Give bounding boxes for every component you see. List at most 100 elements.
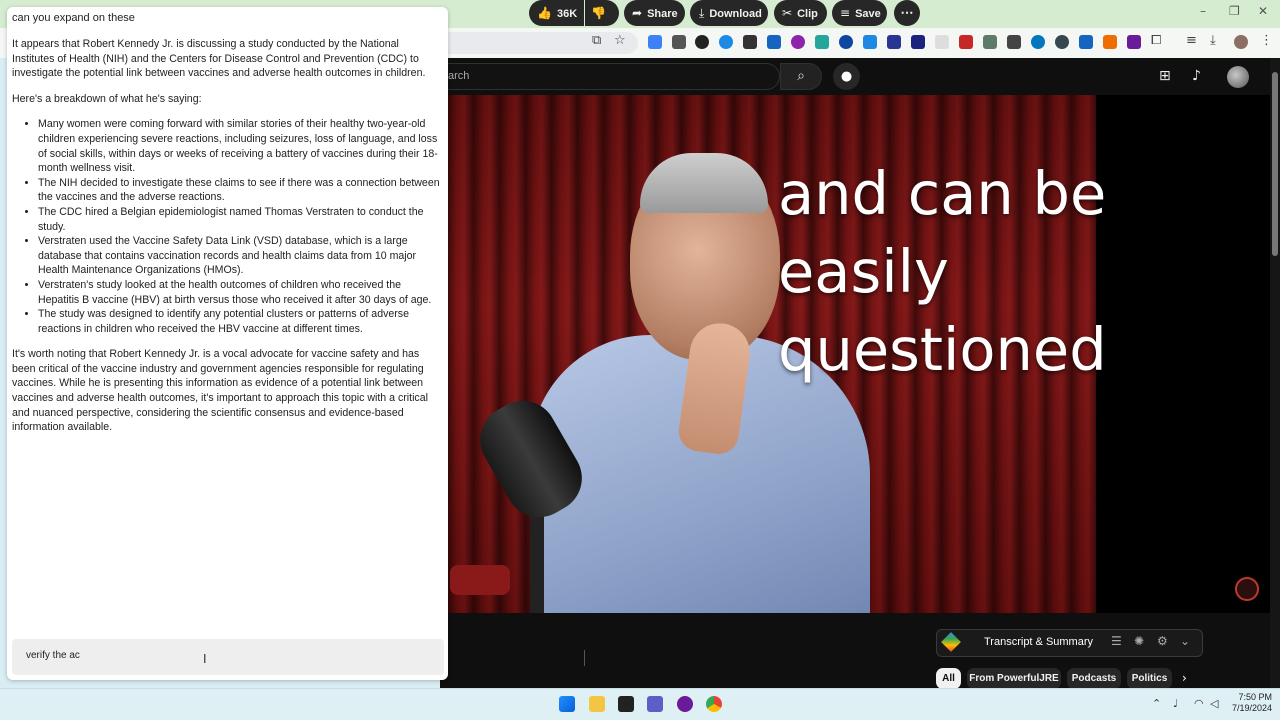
like-count: 36K: [556, 8, 578, 20]
open-in-new-icon[interactable]: ⧉: [592, 33, 601, 48]
chat-input-value: verify the ac: [26, 650, 80, 661]
list-item: Many women were coming forward with simi…: [38, 117, 442, 175]
teams-icon[interactable]: [647, 696, 663, 712]
like-button[interactable]: 👍 36K: [529, 0, 584, 26]
chip-from-powerfuljre[interactable]: From PowerfulJRE: [967, 668, 1061, 689]
extension-icon[interactable]: [1031, 35, 1045, 49]
extension-icon[interactable]: [1055, 35, 1069, 49]
more-actions-button[interactable]: ⋯: [894, 0, 920, 26]
clip-label: Clip: [797, 8, 818, 20]
assistant-answer: It appears that Robert Kennedy Jr. is di…: [12, 37, 442, 446]
clip-button[interactable]: ✂ Clip: [774, 0, 827, 26]
windows-taskbar: [0, 688, 1280, 720]
extension-icon[interactable]: [695, 35, 709, 49]
search-input[interactable]: [440, 63, 780, 90]
extension-icon[interactable]: [815, 35, 829, 49]
list-item: Verstraten used the Vaccine Safety Data …: [38, 234, 442, 278]
file-explorer-icon[interactable]: [589, 696, 605, 712]
extension-icon[interactable]: [911, 35, 925, 49]
extension-icon[interactable]: [839, 35, 853, 49]
share-button[interactable]: ➦ Share: [624, 0, 685, 26]
chat-message-input[interactable]: verify the ac: [12, 639, 444, 675]
download-icon[interactable]: ⤓: [1210, 33, 1216, 48]
settings-gear-icon[interactable]: ⚙: [1157, 634, 1168, 648]
extension-icon[interactable]: [935, 35, 949, 49]
answer-intro: It appears that Robert Kennedy Jr. is di…: [12, 38, 426, 80]
clock-time: 7:50 PM: [1238, 692, 1272, 702]
answer-bullet-list: Many women were coming forward with simi…: [12, 117, 442, 336]
extension-icon[interactable]: [887, 35, 901, 49]
extension-icon[interactable]: [719, 35, 733, 49]
extension-icon[interactable]: [791, 35, 805, 49]
extension-icon[interactable]: [863, 35, 877, 49]
system-clock[interactable]: 7:50 PM 7/19/2024: [1228, 692, 1272, 714]
chip-podcasts[interactable]: Podcasts: [1067, 668, 1121, 689]
close-window-button[interactable]: ✕: [1258, 4, 1268, 18]
text-cursor-icon: I: [203, 652, 207, 666]
windows-start-icon[interactable]: [559, 696, 575, 712]
voice-search-button[interactable]: ●: [833, 63, 860, 90]
microphone-icon[interactable]: ♩: [1173, 697, 1178, 710]
extensions-puzzle-icon[interactable]: ⧠: [1151, 33, 1161, 48]
tray-overflow-icon[interactable]: ⌃: [1152, 697, 1161, 710]
download-button[interactable]: ⤓ Download: [690, 0, 768, 26]
minimize-button[interactable]: –: [1200, 4, 1206, 18]
extension-icon[interactable]: [1103, 35, 1117, 49]
bookmark-star-icon[interactable]: ☆: [614, 33, 626, 48]
profile-avatar[interactable]: [1234, 35, 1248, 49]
dislike-button[interactable]: 👎: [585, 0, 619, 26]
share-icon: ➦: [632, 6, 643, 20]
volume-icon[interactable]: ◁: [1210, 697, 1218, 710]
browser-menu-icon[interactable]: ⋮: [1260, 33, 1273, 48]
transcript-icon[interactable]: ☰: [1111, 634, 1122, 648]
chevron-down-icon[interactable]: ⌄: [1180, 634, 1190, 648]
search-button[interactable]: ⌕: [780, 63, 822, 90]
app-icon[interactable]: [677, 696, 693, 712]
video-player[interactable]: and can be easily questioned: [440, 95, 1270, 613]
scrollbar-thumb[interactable]: [1272, 72, 1278, 256]
chat-panel: can you expand on these It appears that …: [7, 7, 448, 680]
chevron-right-icon[interactable]: ›: [1182, 671, 1187, 685]
extension-icon[interactable]: [983, 35, 997, 49]
extension-icon[interactable]: [1127, 35, 1141, 49]
account-avatar[interactable]: [1227, 66, 1249, 88]
chip-all[interactable]: All: [936, 668, 961, 689]
list-item: The study was designed to identify any p…: [38, 307, 442, 336]
playlist-add-icon: ≡: [840, 6, 851, 20]
list-item: The NIH decided to investigate these cla…: [38, 176, 442, 205]
channel-watermark[interactable]: [1235, 577, 1259, 601]
ai-icon[interactable]: ✺: [1134, 634, 1144, 648]
video-caption: and can be easily questioned: [778, 155, 1268, 389]
chip-politics[interactable]: Politics: [1127, 668, 1172, 689]
restore-button[interactable]: ❐: [1229, 4, 1240, 18]
clock-date: 7/19/2024: [1231, 703, 1272, 713]
notifications-bell-icon[interactable]: ♪: [1192, 68, 1201, 84]
reading-list-icon[interactable]: ≡: [1186, 33, 1197, 48]
thumbs-up-icon: 👍: [537, 6, 552, 20]
answer-breakdown-heading: Here's a breakdown of what he's saying:: [12, 92, 202, 105]
like-divider: [584, 650, 585, 666]
extension-icon[interactable]: [767, 35, 781, 49]
mic-mount: [450, 565, 510, 595]
download-label: Download: [709, 8, 762, 20]
extension-icon[interactable]: [959, 35, 973, 49]
extension-icon[interactable]: [648, 35, 662, 49]
wifi-icon[interactable]: ◠: [1194, 697, 1204, 710]
list-item: Verstraten's study looked at the health …: [38, 278, 442, 307]
address-bar[interactable]: [420, 32, 638, 54]
chrome-icon[interactable]: [706, 696, 722, 712]
save-button[interactable]: ≡ Save: [832, 0, 887, 26]
extension-icon[interactable]: [1007, 35, 1021, 49]
notion-icon[interactable]: [618, 696, 634, 712]
list-item: The CDC hired a Belgian epidemiologist n…: [38, 205, 442, 234]
extension-icon[interactable]: [1079, 35, 1093, 49]
create-video-icon[interactable]: ⊞: [1159, 68, 1171, 84]
user-question: can you expand on these: [12, 12, 135, 24]
thumbs-down-icon: 👎: [591, 6, 606, 20]
caption-line-1: and can be easily: [778, 159, 1107, 306]
search-icon: ⌕: [797, 68, 805, 84]
extension-icon[interactable]: [672, 35, 686, 49]
answer-conclusion: It's worth noting that Robert Kennedy Jr…: [12, 348, 428, 434]
extension-icon[interactable]: [743, 35, 757, 49]
search-placeholder: arch: [448, 70, 470, 82]
